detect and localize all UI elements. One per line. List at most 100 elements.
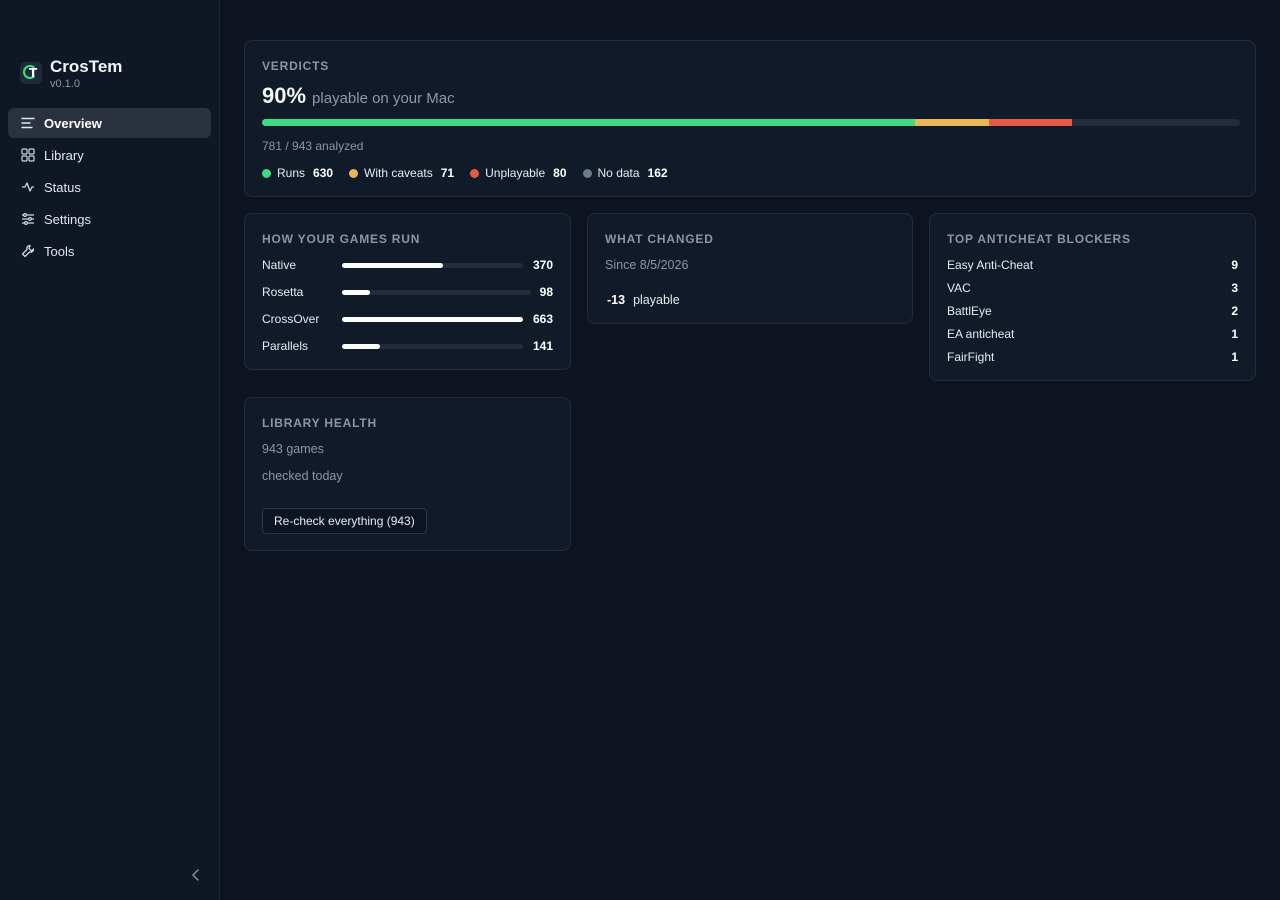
sidebar-item-overview[interactable]: Overview [8, 108, 211, 138]
chevron-left-icon [191, 868, 201, 885]
brand: T CrosTem v0.1.0 [20, 58, 122, 90]
anticheat-count: 1 [1231, 350, 1238, 364]
recheck-button[interactable]: Re-check everything (943) [262, 508, 427, 534]
what-changed-card: WHAT CHANGED Since 8/5/2026 -13 playable [587, 213, 913, 324]
runtime-value: 370 [532, 258, 553, 272]
sidebar-nav: Overview Library Status Settings Tools [8, 108, 211, 268]
activity-icon [20, 179, 36, 195]
change-delta: -13 [607, 293, 626, 307]
card-title: TOP ANTICHEAT BLOCKERS [947, 232, 1131, 246]
app-logo: T [20, 62, 42, 84]
sidebar-item-label: Status [44, 179, 81, 195]
library-health-card: LIBRARY HEALTH 943 games checked today R… [244, 397, 571, 551]
playable-percent: 90% [262, 83, 307, 108]
anticheat-name: BattlEye [947, 304, 992, 318]
sidebar-item-library[interactable]: Library [8, 140, 211, 170]
legend-label: Unplayable [485, 166, 546, 180]
anticheat-row: FairFight 1 [947, 349, 1238, 365]
anticheat-count: 9 [1231, 258, 1238, 272]
runtime-value: 98 [539, 285, 553, 299]
list-icon [20, 115, 36, 131]
runtime-label: CrossOver [262, 312, 320, 326]
legend-item: With caveats 71 [349, 166, 454, 180]
legend-value: 162 [647, 166, 668, 180]
anticheat-count: 3 [1231, 281, 1238, 295]
runtime-bar-fill [342, 262, 444, 268]
app-name: CrosTem [50, 57, 123, 76]
anticheat-name: Easy Anti-Cheat [947, 258, 1034, 272]
bar-segment-caveats [915, 119, 989, 126]
card-title: LIBRARY HEALTH [262, 416, 377, 430]
runtime-bar [342, 343, 523, 349]
runtime-row: Native 370 [262, 257, 553, 273]
runtime-label: Native [262, 258, 297, 272]
sidebar-item-label: Tools [44, 243, 75, 259]
verdict-legend: Runs 630 With caveats 71 Unplayable 80 N… [262, 166, 684, 180]
runtime-value: 141 [532, 339, 553, 353]
verdict-summary: 90% playable on your Mac [262, 83, 455, 109]
collapse-sidebar-button[interactable] [188, 869, 204, 885]
legend-item: Runs 630 [262, 166, 333, 180]
red-dot-icon [470, 168, 480, 178]
last-checked: checked today [262, 469, 343, 483]
runtime-row: Parallels 141 [262, 338, 553, 354]
sidebar-item-status[interactable]: Status [8, 172, 211, 202]
bar-segment-runs [262, 119, 916, 126]
legend-item: Unplayable 80 [470, 166, 567, 180]
runtime-bar [342, 289, 531, 295]
sidebar: T CrosTem v0.1.0 Overview Library Status [0, 0, 220, 900]
games-count: 943 games [262, 442, 324, 456]
legend-value: 630 [313, 166, 334, 180]
runtime-label: Parallels [262, 339, 309, 353]
analyzed-count: 781 / 943 analyzed [262, 139, 364, 153]
legend-label: No data [597, 166, 640, 180]
anticheat-row: EA anticheat 1 [947, 326, 1238, 342]
sidebar-item-label: Library [44, 147, 84, 163]
runtime-bar [342, 262, 523, 268]
legend-label: Runs [277, 166, 306, 180]
runtime-bar-fill [342, 289, 371, 295]
since-date: Since 8/5/2026 [605, 258, 689, 272]
anticheat-row: Easy Anti-Cheat 9 [947, 257, 1238, 273]
verdicts-card: VERDICTS 90% playable on your Mac 781 / … [244, 40, 1256, 197]
anticheat-name: EA anticheat [947, 327, 1015, 341]
sidebar-item-settings[interactable]: Settings [8, 204, 211, 234]
runtime-row: CrossOver 663 [262, 311, 553, 327]
green-dot-icon [262, 168, 271, 178]
app-version: v0.1.0 [50, 78, 80, 90]
runtime-value: 663 [532, 312, 553, 326]
runtime-bar-fill [342, 343, 380, 349]
sidebar-item-tools[interactable]: Tools [8, 236, 211, 266]
anticheat-blockers-card: TOP ANTICHEAT BLOCKERS Easy Anti-Cheat 9 … [929, 213, 1256, 381]
runtime-bar [342, 316, 523, 322]
yellow-dot-icon [349, 168, 359, 178]
change-summary: -13 playable [607, 293, 680, 307]
anticheat-row: BattlEye 2 [947, 303, 1238, 319]
gray-dot-icon [582, 168, 592, 178]
anticheat-name: FairFight [947, 350, 995, 364]
sidebar-item-label: Overview [44, 115, 102, 131]
anticheat-count: 2 [1231, 304, 1238, 318]
how-games-run-card: HOW YOUR GAMES RUN Native 370 Rosetta 98… [244, 213, 571, 370]
anticheat-count: 1 [1231, 327, 1238, 341]
card-title: HOW YOUR GAMES RUN [262, 232, 421, 246]
runtime-bar-fill [342, 316, 523, 322]
grid-icon [20, 147, 36, 163]
legend-item: No data 162 [582, 166, 668, 180]
runtime-label: Rosetta [262, 285, 304, 299]
wrench-icon [20, 243, 36, 259]
playable-label: playable on your Mac [312, 90, 455, 107]
sliders-icon [20, 211, 36, 227]
change-label: playable [633, 293, 680, 307]
anticheat-row: VAC 3 [947, 280, 1238, 296]
anticheat-name: VAC [947, 281, 971, 295]
card-title: WHAT CHANGED [605, 232, 714, 246]
legend-label: With caveats [364, 166, 433, 180]
verdict-stacked-bar [262, 119, 1240, 126]
legend-value: 71 [440, 166, 455, 180]
legend-value: 80 [553, 166, 567, 180]
runtime-row: Rosetta 98 [262, 284, 553, 300]
bar-segment-unplayable [988, 119, 1072, 126]
sidebar-item-label: Settings [44, 211, 91, 227]
card-title: VERDICTS [262, 59, 330, 73]
